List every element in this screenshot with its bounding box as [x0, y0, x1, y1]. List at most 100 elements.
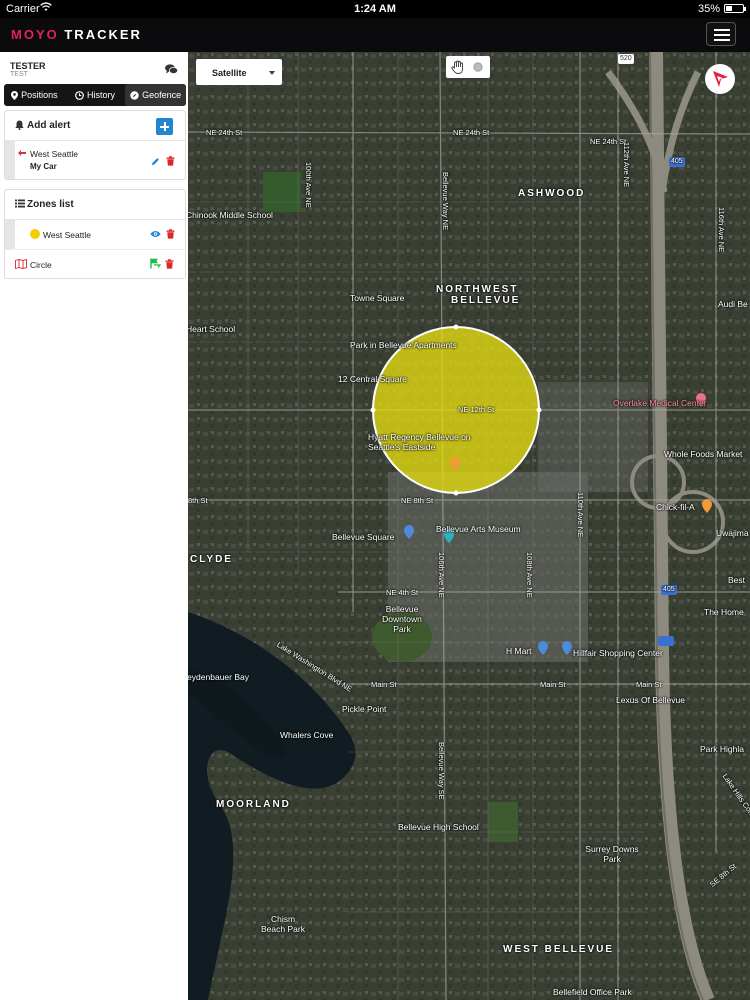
draw-circle-icon[interactable]	[473, 62, 483, 72]
compass-reset-button[interactable]	[705, 64, 735, 94]
tab-positions[interactable]: Positions	[4, 84, 65, 106]
area-label: ASHWOOD	[518, 188, 586, 199]
route-badge: 520	[620, 55, 632, 62]
satellite-map[interactable]: 520 405 405 ASHWOOD NORTHWEST BELLEVUE C…	[188, 52, 750, 1000]
shape-label: Circle	[30, 260, 52, 270]
map-marker-icon	[11, 90, 19, 100]
place-label: Bellevue Square	[332, 532, 395, 542]
route-badge: 405	[663, 586, 675, 593]
place-label: Audi Be	[718, 299, 748, 309]
place-label: Chick-fil-A	[656, 502, 695, 512]
place-label: Bellefield Office Park	[553, 987, 632, 997]
alerts-header: Add alert	[5, 111, 185, 141]
place-label: Chinook Middle School	[188, 210, 273, 220]
list-icon	[15, 199, 25, 208]
place-label: Whole Foods Market	[664, 449, 743, 459]
tab-history[interactable]: History	[65, 84, 126, 106]
zones-title: Zones list	[27, 199, 74, 210]
hand-pan-icon[interactable]	[451, 60, 464, 74]
alert-vehicle-name: My Car	[30, 162, 57, 171]
road-label: NE 24th St	[453, 128, 490, 137]
area-label: CLYDE	[190, 554, 233, 565]
route-flag-icon[interactable]	[150, 258, 161, 269]
road-label: Bellevue Way SE	[437, 742, 446, 800]
app-logo[interactable]: MOYO TRACKER	[11, 27, 142, 42]
road-label: NE 8th St	[401, 496, 434, 505]
road-label: Main St	[540, 680, 566, 689]
alert-item[interactable]: West Seattle My Car	[5, 141, 185, 179]
place-label: Overlake Medical Center	[613, 398, 707, 408]
alerts-title: Add alert	[27, 120, 71, 131]
place-label: H Mart	[506, 646, 532, 656]
shape-item[interactable]: Circle	[5, 250, 185, 278]
place-label: Park Highla	[700, 744, 744, 754]
road-label: 106th Ave NE	[437, 552, 446, 598]
hamburger-menu-button[interactable]	[706, 22, 736, 46]
road-label: Bellevue Way NE	[441, 172, 450, 231]
road-label: NE 24th St	[590, 137, 627, 146]
road-label: 116th Ave NE	[717, 207, 726, 253]
road-label: 108th Ave NE	[525, 552, 534, 598]
area-label: BELLEVUE	[451, 295, 521, 306]
zones-card: Zones list West Seattle Circle	[4, 189, 186, 279]
road-label: 112th Ave NE	[622, 142, 631, 188]
sidebar: TESTER TEST Positions History Geofence A…	[0, 52, 188, 1000]
chat-icon[interactable]	[165, 64, 178, 75]
clock-icon	[75, 90, 84, 100]
place-label: Bellevue Arts Museum	[436, 524, 521, 534]
area-label: NORTHWEST	[436, 284, 519, 295]
app-header: MOYO TRACKER	[0, 18, 750, 52]
alerts-card: Add alert West Seattle My Car	[4, 110, 186, 180]
zone-color-dot	[30, 229, 40, 239]
drawing-toolbar	[446, 56, 490, 78]
compass-icon	[130, 90, 139, 100]
place-label: Chism Beach Park	[261, 914, 305, 934]
road-label: Main St	[371, 680, 397, 689]
tab-geofence[interactable]: Geofence	[125, 84, 187, 106]
user-name: TESTER	[10, 61, 46, 71]
place-label: Lexus Of Bellevue	[616, 695, 685, 705]
area-label: WEST BELLEVUE	[503, 944, 615, 955]
alert-zone-name: West Seattle	[30, 149, 79, 159]
road-label: NE 12th St	[458, 405, 495, 414]
place-label: Park in Bellevue Apartments	[350, 340, 457, 350]
edit-icon[interactable]	[151, 157, 160, 166]
add-alert-button[interactable]	[156, 118, 173, 135]
zones-header: Zones list	[5, 190, 185, 220]
map-icon	[15, 259, 27, 269]
sidebar-tabs: Positions History Geofence	[4, 84, 187, 106]
road-label: Main St	[636, 680, 662, 689]
map-layer-select[interactable]: Satellite	[196, 59, 282, 85]
place-label: Uwajima	[716, 528, 749, 538]
route-badge: 405	[671, 158, 683, 165]
place-label: Hyatt Regency Bellevue on Seattle's East…	[368, 432, 471, 452]
place-label: The Home	[704, 607, 744, 617]
place-label: Pickle Point	[342, 704, 387, 714]
zone-item[interactable]: West Seattle	[5, 220, 185, 250]
area-label: MOORLAND	[216, 799, 291, 810]
bell-icon	[15, 120, 24, 130]
place-label: Best	[728, 575, 746, 585]
place-label: Bellevue Downtown Park	[382, 604, 422, 634]
zone-name: West Seattle	[43, 230, 92, 240]
place-label: Meydenbauer Bay	[188, 672, 249, 682]
trash-icon[interactable]	[166, 229, 175, 239]
place-label: Surrey Downs Park	[585, 844, 639, 864]
user-subtitle: TEST	[10, 71, 28, 78]
place-label: Hillfair Shopping Center	[573, 648, 663, 658]
battery-icon	[724, 4, 746, 13]
eye-icon[interactable]	[150, 230, 161, 238]
road-label: NE 4th St	[386, 588, 419, 597]
battery-percent: 35%	[697, 3, 720, 15]
place-label: Whalers Cove	[280, 730, 334, 740]
ios-status-bar: Carrier 1:24 AM 35%	[0, 0, 750, 18]
user-info: TESTER TEST	[4, 58, 184, 84]
road-label: 110th Ave NE	[576, 492, 585, 538]
place-label: 12 Central Square	[338, 374, 407, 384]
road-label: 8th St	[188, 496, 208, 505]
clock-time: 1:24 AM	[354, 3, 396, 15]
trash-icon[interactable]	[165, 259, 174, 269]
place-label: Towne Square	[350, 293, 405, 303]
trash-icon[interactable]	[166, 156, 175, 166]
place-label: Bellevue High School	[398, 822, 479, 832]
